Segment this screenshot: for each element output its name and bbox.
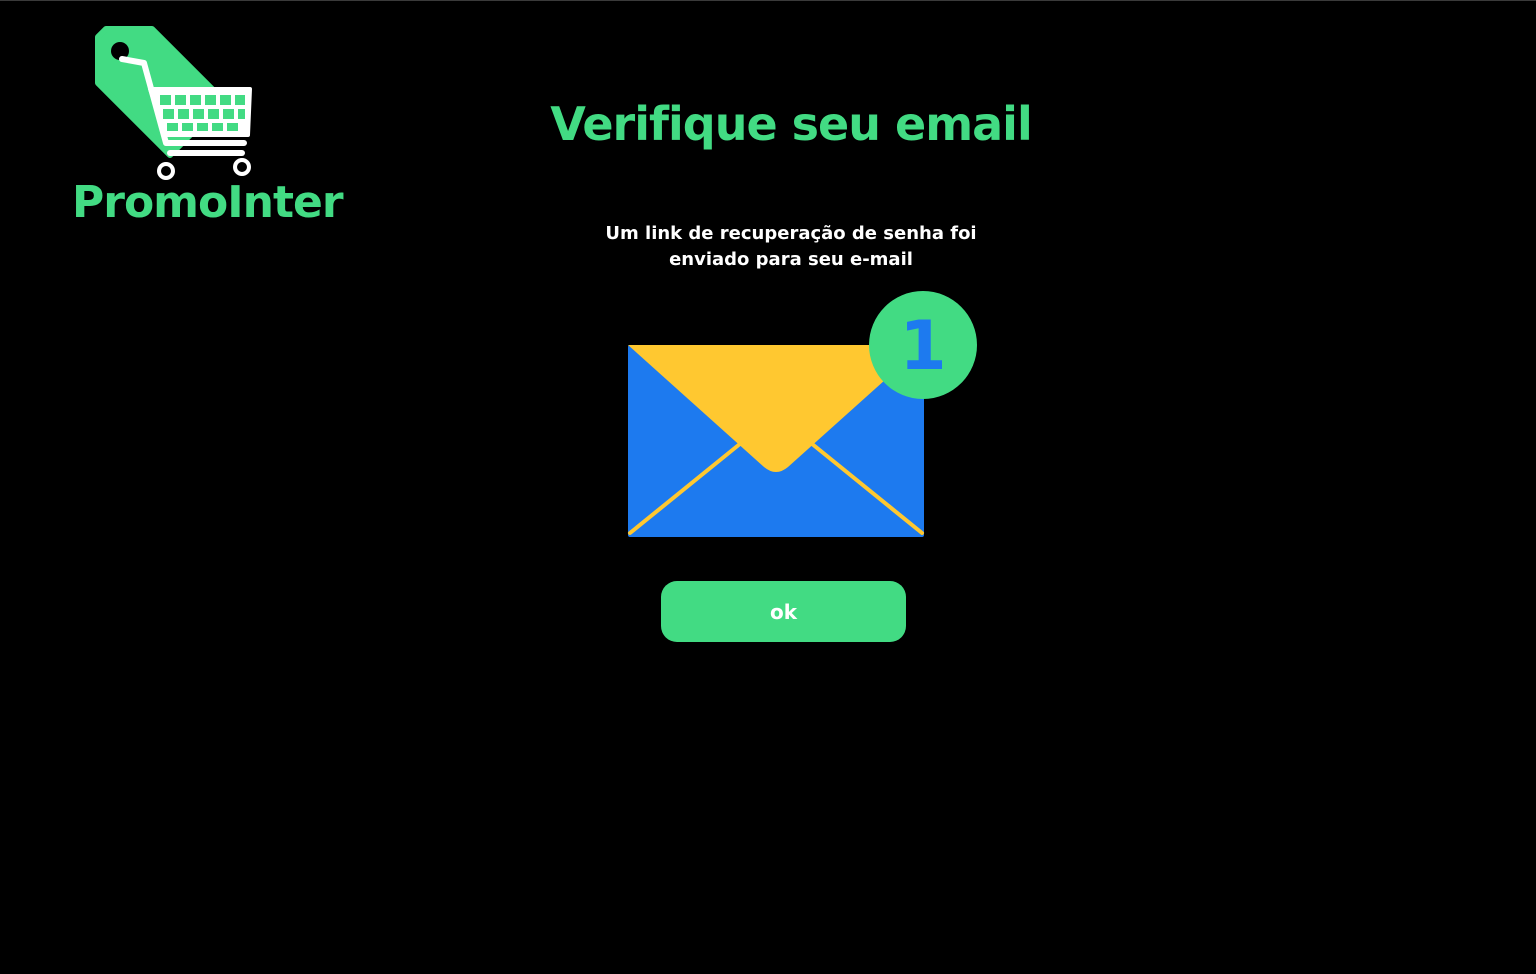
message-line-2: enviado para seu e-mail bbox=[669, 249, 913, 270]
ok-button[interactable]: ok bbox=[661, 581, 906, 642]
badge-count: 1 bbox=[899, 307, 946, 386]
page-title: Verifique seu email bbox=[550, 97, 1032, 151]
message-line-1: Um link de recuperação de senha foi bbox=[605, 223, 977, 244]
envelope-icon: 1 bbox=[628, 291, 977, 537]
recovery-message: Um link de recuperação de senha foi envi… bbox=[591, 221, 991, 273]
brand-name: PromoInter bbox=[72, 177, 344, 228]
notification-badge: 1 bbox=[869, 291, 977, 399]
verify-email-page: PromoInter Verifique seu email Um link d… bbox=[0, 0, 1536, 974]
